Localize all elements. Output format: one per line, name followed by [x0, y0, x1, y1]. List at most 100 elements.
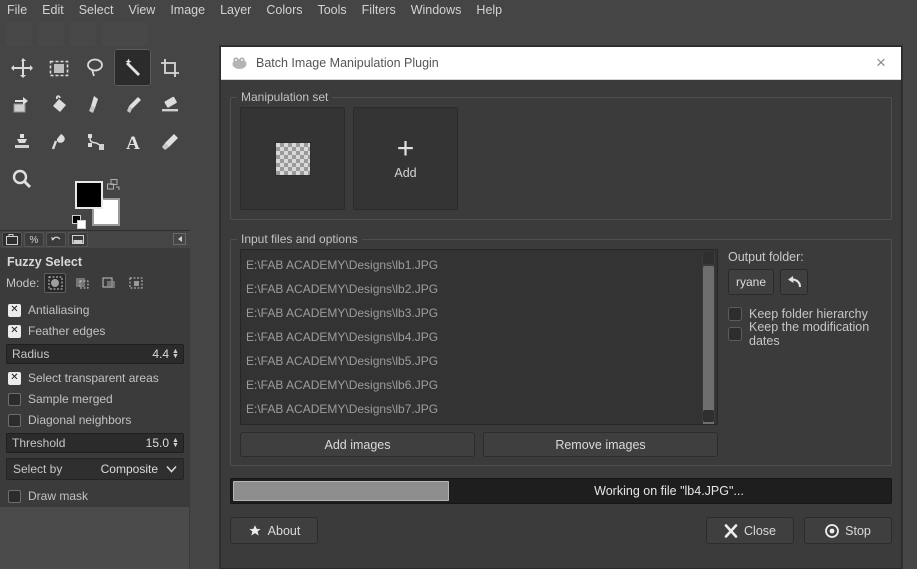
menu-file[interactable]: File: [7, 3, 27, 17]
reset-colors-icon[interactable]: [72, 215, 88, 231]
input-files-options-group: Input files and options E:\FAB ACADEMY\D…: [230, 232, 892, 466]
selection-mode-row: Mode:: [6, 273, 184, 293]
output-folder-chooser[interactable]: ryane: [728, 269, 775, 295]
close-button[interactable]: Close: [706, 517, 794, 544]
ghost-icon: [102, 22, 148, 46]
menu-windows[interactable]: Windows: [411, 3, 462, 17]
menu-colors[interactable]: Colors: [266, 3, 302, 17]
input-files-legend: Input files and options: [237, 232, 362, 246]
move-tool[interactable]: [3, 49, 40, 86]
manipulation-set-legend: Manipulation set: [237, 90, 333, 104]
scroll-up-arrow[interactable]: [703, 252, 714, 264]
output-folder-label: Output folder:: [728, 250, 804, 264]
threshold-stepper-arrows[interactable]: ▲ ▼: [172, 437, 181, 449]
radius-stepper-arrows[interactable]: ▲ ▼: [172, 348, 181, 360]
crop-tool[interactable]: [151, 49, 188, 86]
stop-button[interactable]: Stop: [804, 517, 892, 544]
select-by-dropdown[interactable]: Select by Composite: [6, 458, 184, 480]
keep-folder-hierarchy-checkbox[interactable]: [728, 307, 742, 321]
feather-edges-checkbox[interactable]: ✕: [8, 324, 21, 338]
close-icon[interactable]: ×: [867, 49, 895, 77]
list-item[interactable]: E:\FAB ACADEMY\Designs\lb6.JPG: [241, 373, 717, 397]
draw-mask-checkbox[interactable]: [8, 489, 21, 503]
option-diagonal-neighbors[interactable]: Diagonal neighbors: [8, 410, 184, 430]
color-swatches: [72, 179, 132, 231]
foreground-color-swatch[interactable]: [75, 181, 103, 209]
antialiasing-checkbox[interactable]: ✕: [8, 303, 21, 317]
bucket-fill-tool[interactable]: [40, 86, 77, 123]
free-select-tool[interactable]: [77, 49, 114, 86]
threshold-spinner[interactable]: Threshold 15.0 ▲ ▼: [6, 433, 184, 453]
list-item[interactable]: E:\FAB ACADEMY\Designs\lb4.JPG: [241, 325, 717, 349]
menu-select[interactable]: Select: [79, 3, 114, 17]
fuzzy-select-tool[interactable]: [114, 49, 151, 86]
swap-colors-icon[interactable]: [107, 179, 121, 193]
zoom-tool[interactable]: [3, 160, 40, 197]
list-item[interactable]: E:\FAB ACADEMY\Designs\lb3.JPG: [241, 301, 717, 325]
mode-subtract-button[interactable]: [98, 273, 120, 293]
tab-undo-history[interactable]: [46, 232, 66, 247]
list-item[interactable]: E:\FAB ACADEMY\Designs\lb1.JPG: [241, 253, 717, 277]
keep-modification-dates-checkbox[interactable]: [728, 327, 742, 341]
output-options-column: Output folder: ryane Keep folder hierarc…: [728, 249, 882, 457]
eraser-tool[interactable]: [151, 86, 188, 123]
text-tool[interactable]: A: [114, 123, 151, 160]
lower-left-panel: [0, 506, 190, 569]
tab-images[interactable]: [68, 232, 88, 247]
tab-device-status[interactable]: %: [24, 232, 44, 247]
menu-view[interactable]: View: [128, 3, 155, 17]
add-manipulation-label: Add: [394, 165, 417, 180]
menu-help[interactable]: Help: [476, 3, 502, 17]
scrollbar-thumb[interactable]: [703, 266, 714, 424]
transparency-thumbnail-icon: [274, 141, 311, 176]
remove-images-button[interactable]: Remove images: [483, 432, 718, 457]
manipulation-item-card[interactable]: [240, 107, 345, 210]
dock-menu-button[interactable]: [173, 233, 186, 245]
transform-tool[interactable]: [3, 86, 40, 123]
mode-add-button[interactable]: [71, 273, 93, 293]
about-label: About: [267, 523, 301, 538]
diagonal-neighbors-checkbox[interactable]: [8, 413, 21, 427]
tab-tool-options[interactable]: [2, 232, 22, 247]
file-list-scrollbar[interactable]: [702, 252, 715, 424]
menu-image[interactable]: Image: [170, 3, 205, 17]
select-transparent-areas-label: Select transparent areas: [28, 371, 159, 385]
tool-options-dock: % Fuzzy Select Mode: ✕ Antialiasing ✕ Fe…: [0, 230, 190, 511]
list-item[interactable]: E:\FAB ACADEMY\Designs\lb2.JPG: [241, 277, 717, 301]
option-feather-edges[interactable]: ✕ Feather edges: [8, 321, 184, 341]
option-sample-merged[interactable]: Sample merged: [8, 389, 184, 409]
paintbrush-tool[interactable]: [114, 86, 151, 123]
about-button[interactable]: About: [230, 517, 318, 544]
svg-text:A: A: [126, 133, 140, 153]
select-transparent-areas-checkbox[interactable]: ✕: [8, 371, 21, 385]
clone-stamp-tool[interactable]: [3, 123, 40, 160]
list-item[interactable]: E:\FAB ACADEMY\Designs\lb7.JPG: [241, 397, 717, 421]
list-item[interactable]: E:\FAB ACADEMY\Designs\lbsketch1.JPG: [241, 421, 717, 424]
list-item[interactable]: E:\FAB ACADEMY\Designs\lb5.JPG: [241, 349, 717, 373]
undo-arrow-icon[interactable]: [780, 269, 809, 295]
gimp-wilber-icon: [231, 55, 248, 71]
file-list[interactable]: E:\FAB ACADEMY\Designs\lb1.JPG E:\FAB AC…: [240, 249, 718, 425]
option-select-transparent-areas[interactable]: ✕ Select transparent areas: [8, 368, 184, 388]
radius-spinner[interactable]: Radius 4.4 ▲ ▼: [6, 344, 184, 364]
file-buttons-row: Add images Remove images: [240, 432, 718, 457]
option-draw-mask[interactable]: Draw mask: [8, 486, 184, 506]
ink-tool[interactable]: [77, 86, 114, 123]
menu-tools[interactable]: Tools: [317, 3, 346, 17]
keep-modification-dates-row[interactable]: Keep the modification dates: [728, 320, 882, 348]
sample-merged-checkbox[interactable]: [8, 392, 21, 406]
menu-edit[interactable]: Edit: [42, 3, 64, 17]
menu-filters[interactable]: Filters: [362, 3, 396, 17]
paths-tool[interactable]: [77, 123, 114, 160]
file-list-container: E:\FAB ACADEMY\Designs\lb1.JPG E:\FAB AC…: [240, 249, 718, 457]
mode-intersect-button[interactable]: [125, 273, 147, 293]
add-manipulation-button[interactable]: + Add: [353, 107, 458, 210]
color-picker-tool[interactable]: [151, 123, 188, 160]
mode-replace-button[interactable]: [44, 273, 67, 293]
scroll-down-arrow[interactable]: [703, 410, 714, 422]
rectangle-select-tool[interactable]: [40, 49, 77, 86]
add-images-button[interactable]: Add images: [240, 432, 475, 457]
smudge-tool[interactable]: [40, 123, 77, 160]
option-antialiasing[interactable]: ✕ Antialiasing: [8, 300, 184, 320]
menu-layer[interactable]: Layer: [220, 3, 251, 17]
